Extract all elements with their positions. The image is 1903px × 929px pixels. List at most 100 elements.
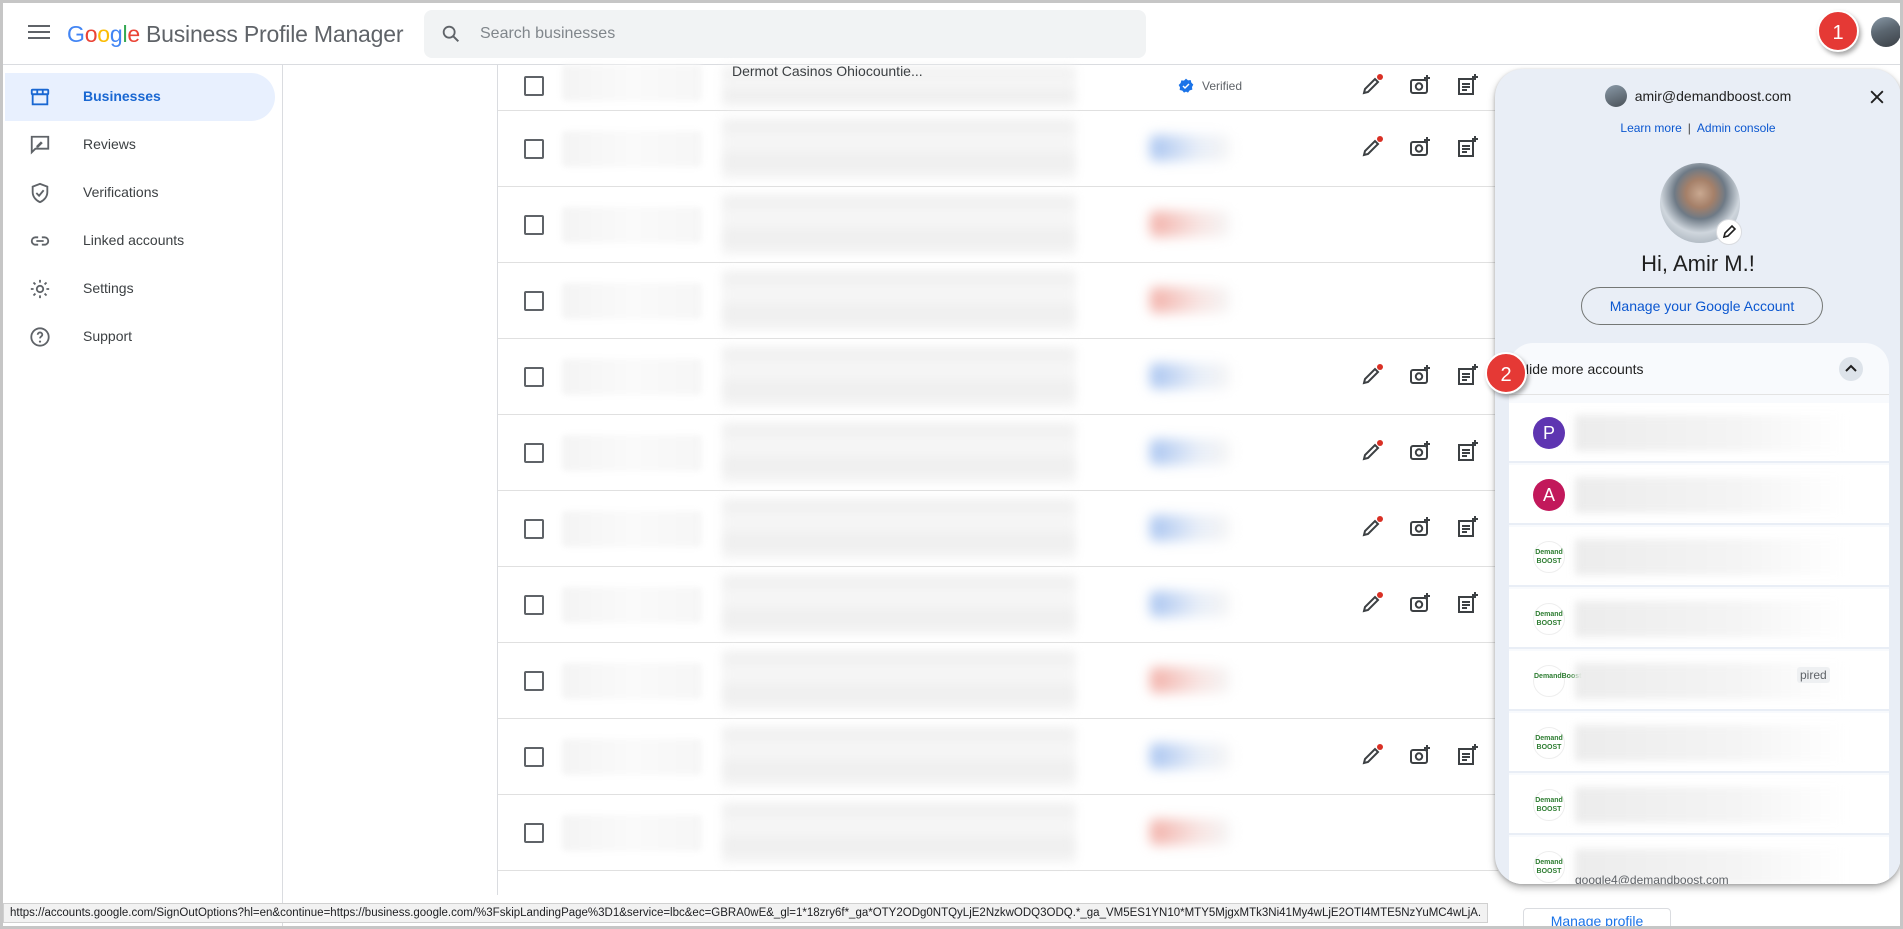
browser-status-bar: https://accounts.google.com/SignOutOptio… — [3, 903, 1489, 923]
row-checkbox[interactable] — [524, 215, 544, 235]
table-row[interactable] — [498, 263, 1498, 339]
account-initial-avatar: P — [1533, 417, 1565, 449]
table-row[interactable] — [498, 415, 1498, 491]
sidebar-item-linked-accounts[interactable]: Linked accounts — [5, 217, 275, 265]
add-photo-icon[interactable] — [1408, 515, 1432, 539]
learn-more-link[interactable]: Learn more — [1620, 121, 1681, 135]
add-photo-icon[interactable] — [1408, 73, 1432, 97]
business-name-redacted — [562, 65, 702, 101]
status-badge-redacted — [1150, 211, 1230, 237]
table-row[interactable] — [498, 187, 1498, 263]
business-address-redacted — [722, 195, 1076, 255]
storefront-icon — [30, 88, 50, 106]
edit-profile-icon[interactable] — [1360, 743, 1384, 767]
edit-profile-icon[interactable] — [1360, 515, 1384, 539]
edit-profile-icon[interactable] — [1360, 135, 1384, 159]
demand-boost-logo-icon: Demand BOOST — [1533, 727, 1565, 759]
verified-check-icon — [1178, 78, 1194, 93]
account-status-tag: pired — [1797, 667, 1830, 683]
table-row[interactable] — [498, 339, 1498, 415]
add-post-icon[interactable] — [1456, 439, 1480, 463]
account-email: google4@demandboost.com — [1575, 873, 1729, 884]
account-name-redacted — [1575, 477, 1845, 513]
row-checkbox[interactable] — [524, 76, 544, 96]
row-checkbox[interactable] — [524, 367, 544, 387]
add-post-icon[interactable] — [1456, 135, 1480, 159]
business-address-redacted — [722, 727, 1076, 787]
add-post-icon[interactable] — [1456, 363, 1480, 387]
table-row[interactable] — [498, 719, 1498, 795]
rate-review-icon — [30, 135, 50, 155]
sidebar-item-reviews[interactable]: Reviews — [5, 121, 275, 169]
add-post-icon[interactable] — [1456, 591, 1480, 615]
edit-profile-icon[interactable] — [1360, 73, 1384, 97]
account-list-item[interactable]: Demand BOOST — [1509, 527, 1889, 587]
sidebar-item-verifications[interactable]: Verifications — [5, 169, 275, 217]
more-accounts-panel: Hide more accounts P A Demand BOOST Demand … — [1509, 343, 1889, 884]
table-row[interactable] — [498, 111, 1498, 187]
popup-links: Learn more | Admin console — [1620, 121, 1776, 135]
account-list-item[interactable]: Demand BOOST — [1509, 775, 1889, 835]
hide-more-accounts-toggle[interactable]: Hide more accounts — [1509, 343, 1889, 395]
table-row[interactable] — [498, 567, 1498, 643]
manage-google-account-button[interactable]: Manage your Google Account — [1581, 287, 1823, 325]
row-checkbox[interactable] — [524, 671, 544, 691]
edit-avatar-button[interactable] — [1716, 219, 1742, 245]
edit-profile-icon[interactable] — [1360, 363, 1384, 387]
business-address-redacted — [722, 803, 1076, 863]
app-logo[interactable]: Google Business Profile Manager — [67, 21, 403, 48]
greeting: Hi, Amir M.! — [1641, 251, 1755, 276]
close-icon[interactable] — [1867, 87, 1887, 107]
edit-profile-icon[interactable] — [1360, 591, 1384, 615]
demand-boost-logo-icon: Demand BOOST — [1533, 603, 1565, 635]
link-icon — [30, 236, 50, 246]
business-name: Dermot Casinos Ohiocountie... — [732, 63, 923, 79]
search-icon — [442, 25, 460, 43]
business-name-redacted — [562, 131, 702, 167]
add-photo-icon[interactable] — [1408, 363, 1432, 387]
sidebar-item-businesses[interactable]: Businesses — [5, 73, 275, 121]
table-row[interactable] — [498, 643, 1498, 719]
account-name-redacted — [1575, 787, 1845, 823]
account-list-item[interactable]: A — [1509, 465, 1889, 525]
row-checkbox[interactable] — [524, 747, 544, 767]
row-checkbox[interactable] — [524, 291, 544, 311]
table-row[interactable] — [498, 491, 1498, 567]
table-row[interactable] — [498, 795, 1498, 871]
add-post-icon[interactable] — [1456, 73, 1480, 97]
row-checkbox[interactable] — [524, 595, 544, 615]
row-checkbox[interactable] — [524, 823, 544, 843]
edit-profile-icon[interactable] — [1360, 439, 1384, 463]
business-address-redacted — [722, 119, 1076, 179]
avatar — [1604, 85, 1627, 107]
add-photo-icon[interactable] — [1408, 439, 1432, 463]
account-avatar-button[interactable] — [1871, 17, 1900, 47]
row-checkbox[interactable] — [524, 443, 544, 463]
admin-console-link[interactable]: Admin console — [1697, 121, 1776, 135]
add-photo-icon[interactable] — [1408, 135, 1432, 159]
add-photo-icon[interactable] — [1408, 591, 1432, 615]
account-name-redacted — [1575, 539, 1845, 575]
status-badge: Verified — [1178, 75, 1242, 97]
gear-icon — [30, 279, 50, 299]
business-name-redacted — [562, 207, 702, 243]
account-list-item[interactable]: DemandBoost pired — [1509, 651, 1889, 711]
row-checkbox[interactable] — [524, 519, 544, 539]
account-list-item[interactable]: P — [1509, 403, 1889, 463]
current-account-email: amir@demandboost.com — [1495, 85, 1900, 109]
add-post-icon[interactable] — [1456, 515, 1480, 539]
account-list-item[interactable]: Demand BOOST — [1509, 713, 1889, 773]
sidebar-item-support[interactable]: Support — [5, 313, 275, 361]
status-badge-redacted — [1150, 743, 1230, 769]
table-row[interactable]: Dermot Casinos Ohiocountie... Verified — [498, 35, 1498, 111]
add-photo-icon[interactable] — [1408, 743, 1432, 767]
manage-profile-button[interactable]: Manage profile — [1523, 908, 1671, 926]
annotation-badge-1: 1 — [1817, 10, 1859, 52]
business-address-redacted — [722, 651, 1076, 711]
sidebar-item-settings[interactable]: Settings — [5, 265, 275, 313]
add-post-icon[interactable] — [1456, 743, 1480, 767]
account-list-item[interactable]: Demand BOOST — [1509, 589, 1889, 649]
main-menu-button[interactable] — [25, 21, 53, 45]
row-checkbox[interactable] — [524, 139, 544, 159]
business-address-redacted — [722, 271, 1076, 331]
